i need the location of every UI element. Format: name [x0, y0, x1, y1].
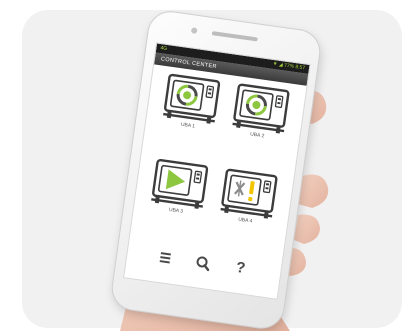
phone-screen: 4G ▼ ◢ 77% 8:57 CONTROL CENTER UBA 1 UBA… [123, 42, 311, 300]
search-button[interactable] [192, 253, 214, 274]
front-camera [190, 27, 198, 34]
machine-icon [151, 158, 209, 209]
network-indicator: 4G [160, 45, 168, 52]
search-icon [196, 256, 210, 272]
menu-icon [159, 252, 171, 264]
unit-tile-uba-1[interactable]: UBA 1 [159, 71, 223, 136]
unit-tile-uba-4[interactable]: UBA 4 [217, 166, 281, 231]
speaker-grille [211, 31, 258, 42]
machine-icon [232, 83, 290, 134]
bottom-toolbar: ? [126, 240, 282, 287]
machine-icon [163, 73, 221, 124]
unit-tile-uba-2[interactable]: UBA 2 [229, 81, 293, 146]
menu-button[interactable] [154, 247, 176, 268]
machine-icon [220, 168, 278, 219]
unit-tile-uba-3[interactable]: UBA 3 [147, 156, 211, 221]
help-button[interactable]: ? [229, 258, 251, 279]
